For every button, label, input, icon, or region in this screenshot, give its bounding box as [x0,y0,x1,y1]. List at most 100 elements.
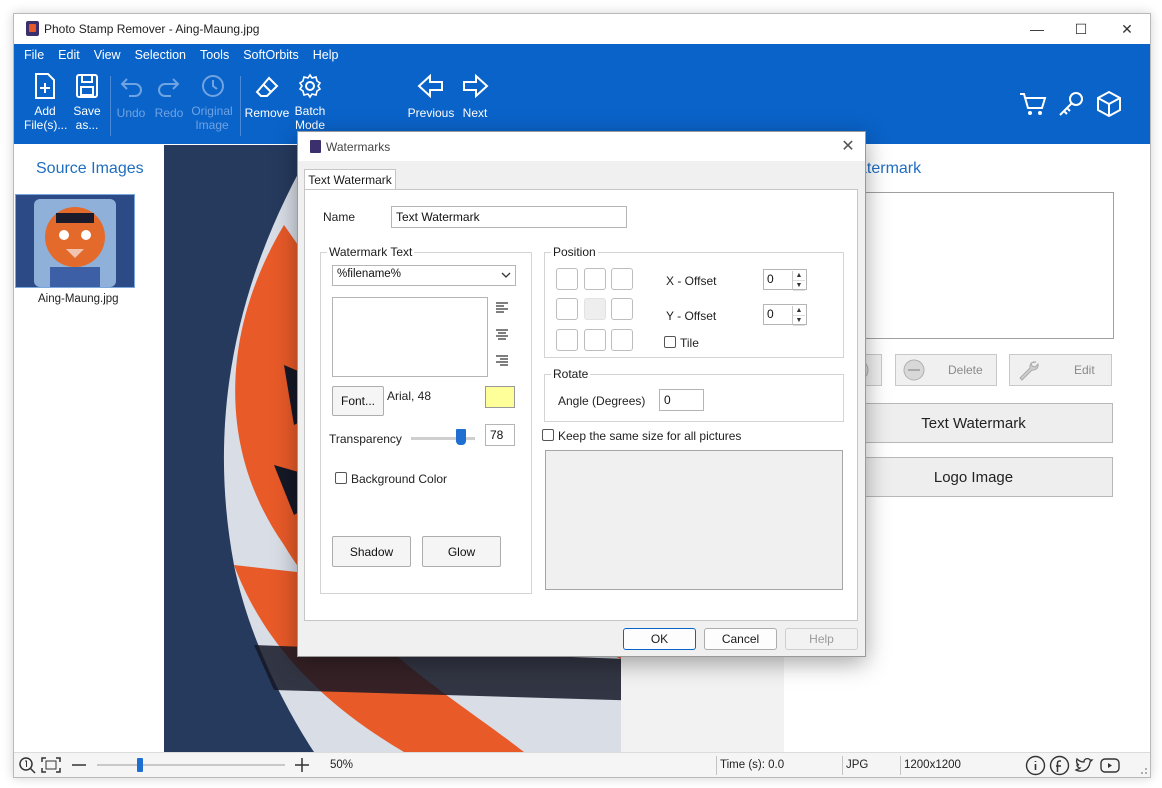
toolbar-separator [240,76,241,136]
menu-selection[interactable]: Selection [135,48,186,62]
redo-button[interactable]: Redo [152,72,186,120]
remove-button[interactable]: Remove [244,72,290,120]
glow-button[interactable]: Glow [422,536,501,567]
name-label: Name [323,210,356,224]
menu-edit[interactable]: Edit [58,48,80,62]
logo-image-button[interactable]: Logo Image [834,457,1113,497]
background-color-checkbox[interactable] [335,472,347,484]
previous-label: Previous [407,106,455,120]
save-as-button[interactable]: Save as... [70,72,104,132]
menu-file[interactable]: File [24,48,44,62]
eraser-icon [255,76,279,97]
cancel-button[interactable]: Cancel [704,628,777,650]
menu-view[interactable]: View [94,48,121,62]
image-format: JPG [846,759,869,771]
add-files-button[interactable]: Add File(s)... [24,72,68,132]
spin-up-icon[interactable]: ▲ [793,306,805,316]
dialog-close-button[interactable]: ✕ [837,136,859,156]
position-group-title: Position [551,245,598,259]
position-group: Position X - Offset 0 ▲ ▼ Y - Offset 0 ▲ ▼… [544,245,844,358]
position-top-left[interactable] [556,268,578,290]
x-offset-input[interactable]: 0 ▲ ▼ [763,269,807,291]
align-right-icon[interactable] [495,355,509,367]
keep-same-size-checkbox[interactable] [542,429,554,441]
tab-text-watermark[interactable]: Text Watermark [304,169,396,190]
next-button[interactable]: Next [458,72,492,120]
save-icon [76,74,98,98]
previous-button[interactable]: Previous [406,72,456,120]
spin-up-icon[interactable]: ▲ [793,271,805,281]
tile-checkbox[interactable] [664,336,676,348]
edit-button[interactable]: Edit [1009,354,1112,386]
position-top-right[interactable] [611,268,633,290]
transparency-slider-thumb[interactable] [455,429,466,445]
tile-label: Tile [680,336,699,350]
watermark-text-area[interactable] [332,297,488,377]
undo-label: Undo [116,106,146,120]
zoom-out-icon[interactable] [70,756,88,774]
key-icon[interactable] [1056,90,1086,121]
remove-label: Remove [244,106,290,120]
fit-to-window-icon[interactable] [40,756,62,774]
delete-button[interactable]: Delete [895,354,997,386]
facebook-icon[interactable] [1049,755,1070,776]
position-bottom-right[interactable] [611,329,633,351]
font-color-swatch[interactable] [485,386,515,408]
spin-down-icon[interactable]: ▼ [793,316,805,326]
angle-input[interactable]: 0 [659,389,704,411]
x-offset-spinner[interactable]: ▲ ▼ [792,271,805,291]
zoom-slider-thumb[interactable] [137,758,144,772]
close-button[interactable]: ✕ [1104,14,1150,44]
batch-mode-button[interactable]: Batch Mode [292,72,328,132]
position-middle-right[interactable] [611,298,633,320]
menu-help[interactable]: Help [313,48,339,62]
y-offset-input[interactable]: 0 ▲ ▼ [763,304,807,326]
y-offset-spinner[interactable]: ▲ ▼ [792,306,805,326]
position-middle-center[interactable] [584,298,606,320]
ok-button[interactable]: OK [623,628,696,650]
menu-tools[interactable]: Tools [200,48,229,62]
zoom-slider[interactable] [97,758,285,772]
cart-icon[interactable] [1018,90,1048,121]
rotate-group: Rotate Angle (Degrees) 0 [544,367,844,422]
original-image-button[interactable]: Original Image [188,72,236,132]
watermark-list[interactable] [834,192,1114,339]
zoom-in-icon[interactable] [293,756,311,774]
position-bottom-center[interactable] [584,329,606,351]
zoom-actual-size-icon[interactable] [18,756,36,774]
wrench-icon [1019,361,1039,381]
dialog-title: Watermarks [326,140,391,154]
font-button[interactable]: Font... [332,386,384,416]
help-button[interactable]: Help [785,628,858,650]
spin-down-icon[interactable]: ▼ [793,281,805,291]
info-icon[interactable] [1025,755,1046,776]
undo-button[interactable]: Undo [114,72,148,120]
arrow-left-icon [417,73,443,99]
watermarks-dialog: Watermarks ✕ Text Watermark Name Text Wa… [297,131,866,657]
box-icon[interactable] [1094,90,1124,121]
watermark-text-dropdown-value: %filename% [337,268,401,280]
add-files-label-2: File(s)... [24,118,68,132]
resize-grip-icon[interactable] [1138,765,1148,775]
app-logo-icon [26,21,39,36]
align-center-icon[interactable] [495,329,509,341]
position-bottom-left[interactable] [556,329,578,351]
position-top-center[interactable] [584,268,606,290]
position-middle-left[interactable] [556,298,578,320]
twitter-icon[interactable] [1073,755,1095,776]
watermark-text-dropdown[interactable]: %filename% [332,265,516,286]
processing-time: Time (s): 0.0 [720,759,785,771]
menu-softorbits[interactable]: SoftOrbits [243,48,299,62]
transparency-input[interactable]: 78 [485,424,515,446]
batch-mode-label-1: Batch [294,104,326,118]
text-watermark-button[interactable]: Text Watermark [834,403,1113,443]
transparency-slider[interactable] [411,429,475,445]
source-thumbnail[interactable] [15,194,135,288]
minimize-button[interactable]: — [1014,14,1060,44]
status-divider [716,756,717,775]
youtube-icon[interactable] [1099,755,1121,776]
name-input[interactable]: Text Watermark [391,206,627,228]
shadow-button[interactable]: Shadow [332,536,411,567]
align-left-icon[interactable] [495,302,509,314]
maximize-button[interactable]: ☐ [1058,14,1104,44]
